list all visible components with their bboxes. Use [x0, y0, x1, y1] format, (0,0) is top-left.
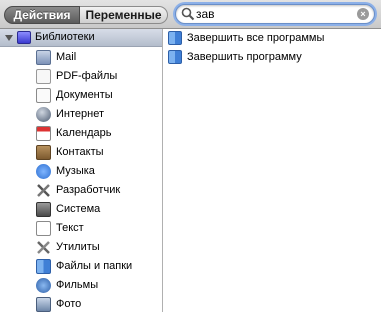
photo-icon	[36, 297, 51, 312]
library-item-movies[interactable]: Фильмы	[0, 276, 162, 295]
results-pane: Завершить все программы Завершить програ…	[164, 29, 381, 312]
library-item-contacts[interactable]: Контакты	[0, 143, 162, 162]
search-field[interactable]: ×	[175, 4, 375, 24]
library-item-label: PDF-файлы	[56, 70, 118, 82]
magnifier-icon	[181, 7, 195, 21]
library-item-calendar[interactable]: Календарь	[0, 124, 162, 143]
library-pane: Библиотеки Mail PDF-файлы Документы Инте…	[0, 29, 163, 312]
library-item-label: Контакты	[56, 146, 104, 158]
result-item-quit-app[interactable]: Завершить программу	[164, 48, 381, 67]
movies-icon	[36, 278, 51, 293]
finder-icon	[168, 31, 182, 45]
library-item-mail[interactable]: Mail	[0, 48, 162, 67]
text-icon	[36, 221, 51, 236]
library-item-label: Фильмы	[56, 279, 99, 291]
library-item-label: Календарь	[56, 127, 112, 139]
music-icon	[36, 164, 51, 179]
calendar-icon	[36, 126, 51, 141]
internet-icon	[36, 107, 51, 122]
library-item-label: Музыка	[56, 165, 95, 177]
library-item-label: Интернет	[56, 108, 104, 120]
library-item-label: Разработчик	[56, 184, 121, 196]
library-label: Библиотеки	[35, 31, 95, 43]
library-item-label: Mail	[56, 51, 77, 63]
toolbar: Действия Переменные ×	[0, 0, 381, 29]
library-item-label: Фото	[56, 298, 82, 310]
library-item-music[interactable]: Музыка	[0, 162, 162, 181]
library-item-label: Утилиты	[56, 241, 100, 253]
result-label: Завершить все программы	[187, 32, 325, 44]
library-item-developer[interactable]: Разработчик	[0, 181, 162, 200]
disclosure-triangle-icon[interactable]	[5, 34, 13, 42]
library-item-internet[interactable]: Интернет	[0, 105, 162, 124]
variables-tab[interactable]: Переменные	[80, 6, 168, 24]
document-icon	[36, 88, 51, 103]
actions-tab[interactable]: Действия	[4, 6, 80, 24]
library-header[interactable]: Библиотеки	[0, 29, 162, 47]
library-item-utilities[interactable]: Утилиты	[0, 238, 162, 257]
library-item-documents[interactable]: Документы	[0, 86, 162, 105]
library-item-files-folders[interactable]: Файлы и папки	[0, 257, 162, 276]
finder-icon	[168, 50, 182, 64]
library-item-label: Документы	[56, 89, 113, 101]
result-item-quit-all[interactable]: Завершить все программы	[164, 29, 381, 48]
developer-icon	[37, 184, 50, 197]
mail-icon	[36, 50, 51, 65]
library-item-photo[interactable]: Фото	[0, 295, 162, 312]
library-item-pdf[interactable]: PDF-файлы	[0, 67, 162, 86]
library-item-system[interactable]: Система	[0, 200, 162, 219]
library-item-text[interactable]: Текст	[0, 219, 162, 238]
utilities-icon	[37, 241, 50, 254]
result-label: Завершить программу	[187, 51, 302, 63]
library-item-label: Текст	[56, 222, 84, 234]
contacts-icon	[36, 145, 51, 160]
library-item-label: Файлы и папки	[56, 260, 133, 272]
library-icon	[17, 31, 31, 44]
finder-icon	[36, 259, 51, 274]
system-icon	[36, 202, 51, 217]
library-item-label: Система	[56, 203, 101, 215]
library-list: Mail PDF-файлы Документы Интернет Календ…	[0, 48, 162, 312]
pdf-icon	[36, 69, 51, 84]
clear-icon[interactable]: ×	[357, 8, 369, 20]
search-input[interactable]	[196, 6, 352, 22]
